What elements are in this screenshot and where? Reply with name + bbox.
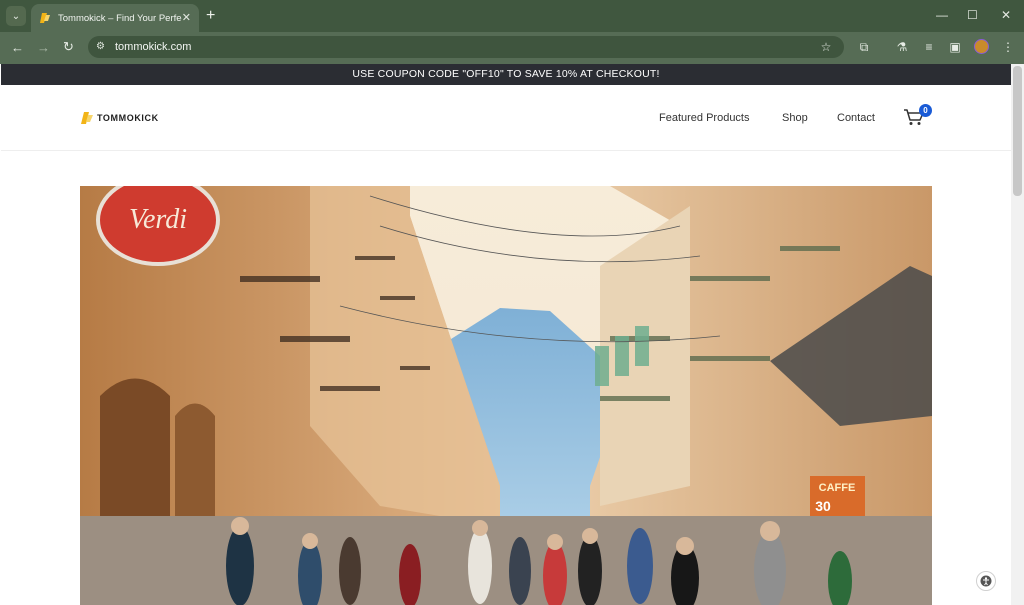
coupon-announcement-bar: USE COUPON CODE "OFF10" TO SAVE 10% AT C… [1, 64, 1011, 85]
nav-featured-products[interactable]: Featured Products [659, 111, 750, 125]
hero-image: Verdi CAFFE 30 [80, 186, 932, 605]
new-tab-button[interactable]: + [206, 7, 215, 25]
back-arrow-icon[interactable]: ← [11, 40, 24, 56]
media-queue-icon[interactable]: ≡ [922, 40, 936, 54]
site-info-icon[interactable]: ⚙ [96, 41, 108, 53]
accessibility-widget-button[interactable] [976, 571, 996, 591]
minimize-icon[interactable]: — [936, 8, 948, 22]
scrollbar-thumb[interactable] [1013, 66, 1022, 196]
street-scene-illustration: Verdi CAFFE 30 [80, 186, 932, 605]
site-logo[interactable]: TOMMOKICK [80, 111, 159, 125]
tab-title: Tommokick – Find Your Perfect [58, 12, 182, 24]
site-favicon-icon [40, 13, 50, 23]
forward-arrow-icon[interactable]: → [37, 40, 50, 56]
maximize-icon[interactable]: ☐ [967, 8, 978, 22]
sidebar-icon[interactable]: ▣ [948, 40, 962, 54]
accessibility-icon [980, 575, 992, 587]
kebab-menu-icon[interactable]: ⋮ [1001, 40, 1015, 54]
logo-mark-icon [81, 112, 93, 124]
logo-text: TOMMOKICK [97, 113, 159, 123]
reload-icon[interactable]: ↻ [63, 39, 74, 55]
address-bar[interactable] [88, 36, 844, 58]
browser-tab[interactable]: Tommokick – Find Your Perfect ✕ [31, 4, 199, 32]
tab-close-icon[interactable]: ✕ [182, 11, 191, 25]
street-number-text: 30 [815, 498, 831, 514]
verdi-sign-text: Verdi [129, 204, 187, 235]
close-icon[interactable]: ✕ [1001, 8, 1011, 22]
cart-count-badge: 0 [919, 104, 932, 117]
nav-contact[interactable]: Contact [837, 111, 875, 125]
url-text[interactable]: tommokick.com [115, 41, 191, 54]
extensions-icon[interactable]: ⧉ [857, 40, 871, 54]
nav-shop[interactable]: Shop [782, 111, 808, 125]
tab-search-icon[interactable]: ⌄ [6, 6, 26, 26]
bookmark-star-icon[interactable]: ☆ [819, 40, 833, 54]
profile-avatar-icon[interactable] [974, 39, 989, 54]
cafe-sign-text: CAFFE [819, 482, 856, 494]
labs-flask-icon[interactable]: ⚗ [895, 40, 909, 54]
